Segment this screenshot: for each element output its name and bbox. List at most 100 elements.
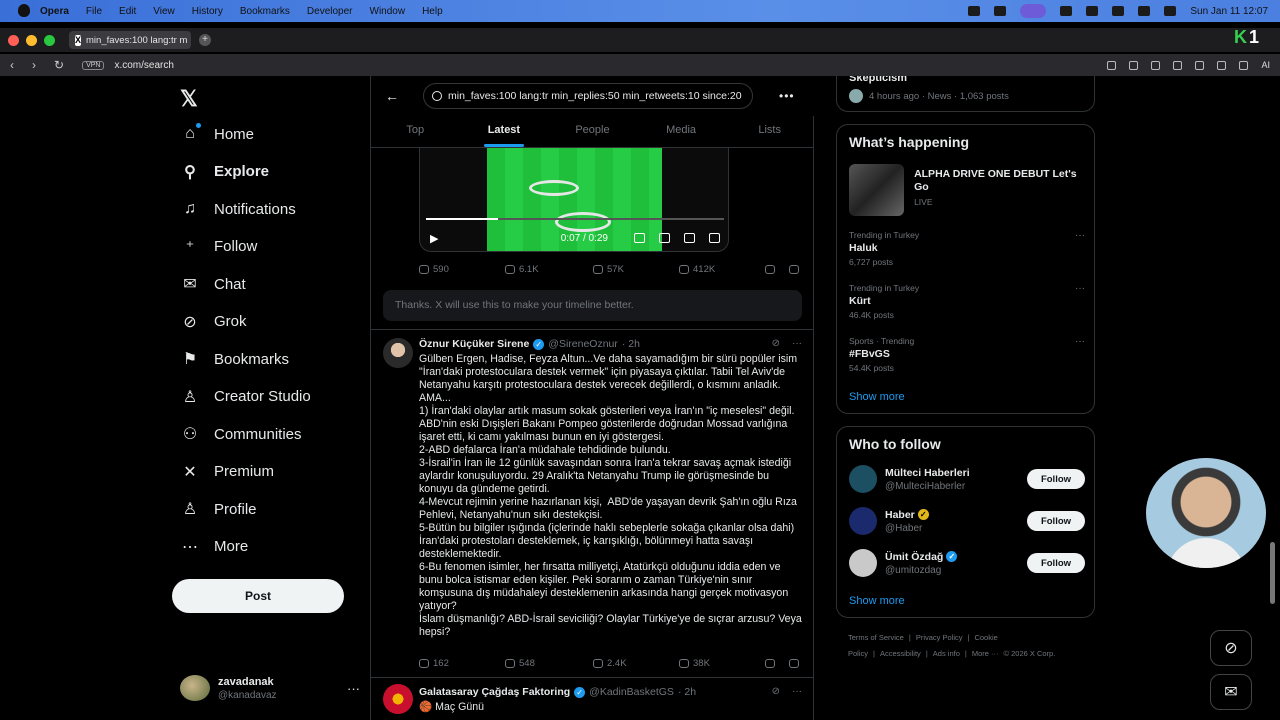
suggestion-name[interactable]: Haber bbox=[885, 509, 915, 521]
play-icon[interactable]: ▶ bbox=[430, 232, 438, 245]
menu-opera[interactable]: Opera bbox=[40, 6, 69, 17]
footer-link[interactable]: Terms of Service bbox=[848, 633, 904, 642]
repost-button[interactable]: 548 bbox=[505, 658, 593, 669]
messages-float-button[interactable]: ✉ bbox=[1210, 674, 1252, 710]
heart-icon[interactable] bbox=[1195, 60, 1205, 70]
camera-icon[interactable] bbox=[1129, 60, 1139, 70]
author-name[interactable]: Galatasaray Çağdaş Faktoring bbox=[419, 686, 570, 698]
play-icon[interactable] bbox=[1112, 6, 1125, 16]
like-button[interactable]: 2.4K bbox=[593, 658, 679, 669]
avatar[interactable] bbox=[849, 549, 877, 577]
post-button[interactable]: Post bbox=[172, 579, 344, 613]
nav-item-follow[interactable]: ⁺ Follow bbox=[180, 237, 258, 257]
footer-link[interactable]: More ··· bbox=[972, 649, 999, 658]
views-button[interactable]: 412K bbox=[679, 264, 765, 275]
footer-link[interactable]: Privacy Policy bbox=[916, 633, 963, 642]
video-progress-bar[interactable] bbox=[426, 218, 724, 220]
more-dots-icon[interactable]: ··· bbox=[792, 686, 802, 697]
tweet-time[interactable]: · 2h bbox=[622, 338, 640, 350]
menu-developer[interactable]: Developer bbox=[307, 6, 353, 17]
browser-tab[interactable]: X min_faves:100 lang:tr m bbox=[69, 31, 191, 49]
send-icon[interactable] bbox=[1173, 60, 1183, 70]
video-player[interactable]: ▶ 0:07 / 0:29 bbox=[419, 148, 729, 252]
reload-icon[interactable]: ↻ bbox=[54, 58, 64, 72]
screen-record-icon[interactable] bbox=[1020, 4, 1047, 18]
avatar[interactable] bbox=[383, 338, 413, 368]
avatar[interactable] bbox=[849, 507, 877, 535]
captions-icon[interactable] bbox=[634, 233, 645, 243]
battery-icon[interactable] bbox=[1086, 6, 1099, 16]
tweet-time[interactable]: · 2h bbox=[678, 686, 696, 698]
reply-button[interactable]: 162 bbox=[419, 658, 505, 669]
trend-item[interactable]: Trending in Turkey Haluk 6,727 posts ··· bbox=[849, 230, 1085, 267]
author-handle[interactable]: @KadinBasketGS bbox=[589, 686, 674, 698]
grok-float-button[interactable]: ⊘ bbox=[1210, 630, 1252, 666]
footer-link[interactable]: © 2026 X Corp. bbox=[1004, 649, 1056, 658]
menu-file[interactable]: File bbox=[86, 6, 102, 17]
forward-icon[interactable]: › bbox=[32, 58, 36, 72]
nav-item-bookmarks[interactable]: ⚑ Bookmarks bbox=[180, 349, 289, 369]
nav-item-more[interactable]: ⋯ More bbox=[180, 537, 248, 557]
grok-icon[interactable]: ⊘ bbox=[772, 338, 780, 349]
share-button[interactable] bbox=[789, 658, 799, 668]
follow-suggestion[interactable]: Haber ✓ @Haber Follow bbox=[849, 507, 1085, 535]
follow-suggestion[interactable]: Ümit Özdağ ✓ @umitozdag Follow bbox=[849, 549, 1085, 577]
avatar[interactable] bbox=[383, 684, 413, 714]
account-switcher[interactable]: zavadanak @kanadavaz ··· bbox=[180, 673, 360, 703]
moon-icon[interactable] bbox=[1138, 6, 1151, 16]
menu-bookmarks[interactable]: Bookmarks bbox=[240, 6, 290, 17]
fullscreen-icon[interactable] bbox=[709, 233, 720, 243]
show-more-link[interactable]: Show more bbox=[849, 595, 905, 607]
apple-icon[interactable] bbox=[18, 4, 30, 17]
ai-button[interactable]: AI bbox=[1261, 60, 1270, 70]
repost-button[interactable]: 6.1K bbox=[505, 264, 593, 275]
follow-suggestion[interactable]: Mülteci Haberleri @MulteciHaberler Follow bbox=[849, 465, 1085, 493]
back-arrow-icon[interactable]: ← bbox=[385, 88, 399, 104]
tab-top[interactable]: Top bbox=[371, 116, 460, 147]
nav-item-creator-studio[interactable]: ♙ Creator Studio bbox=[180, 387, 311, 407]
menu-history[interactable]: History bbox=[192, 6, 223, 17]
reply-button[interactable]: 590 bbox=[419, 264, 505, 275]
follow-button[interactable]: Follow bbox=[1027, 553, 1085, 573]
menu-window[interactable]: Window bbox=[370, 6, 406, 17]
nav-item-premium[interactable]: ✕ Premium bbox=[180, 462, 274, 482]
settings-icon[interactable] bbox=[684, 233, 695, 243]
zoom-window-button[interactable] bbox=[44, 34, 55, 46]
more-dots-icon[interactable]: ··· bbox=[792, 338, 802, 349]
suggestion-name[interactable]: Ümit Özdağ bbox=[885, 551, 943, 563]
menu-help[interactable]: Help bbox=[422, 6, 443, 17]
footer-link[interactable]: Ads info bbox=[933, 649, 960, 658]
trend-item[interactable]: Sports · Trending #FBvGS 54.4K posts ··· bbox=[849, 336, 1085, 373]
author-handle[interactable]: @SireneOznur bbox=[548, 338, 618, 350]
cube-icon[interactable] bbox=[1239, 60, 1249, 70]
more-dots-icon[interactable]: ··· bbox=[1075, 336, 1085, 347]
back-icon[interactable]: ‹ bbox=[10, 58, 14, 72]
control-center-icon[interactable] bbox=[1164, 6, 1177, 16]
x-logo-icon[interactable]: 𝕏 bbox=[180, 86, 198, 112]
nav-item-grok[interactable]: ⊘ Grok bbox=[180, 312, 246, 332]
footer-link[interactable]: Accessibility bbox=[880, 649, 921, 658]
minimize-window-button[interactable] bbox=[26, 34, 37, 46]
more-dots-icon[interactable]: ··· bbox=[1075, 283, 1085, 294]
account-icon[interactable] bbox=[1217, 60, 1227, 70]
more-dots-icon[interactable]: ··· bbox=[347, 681, 360, 696]
bookmark-button[interactable] bbox=[765, 264, 789, 274]
nav-item-communities[interactable]: ⚇ Communities bbox=[180, 424, 302, 444]
show-more-link[interactable]: Show more bbox=[849, 391, 905, 403]
cloud-icon[interactable] bbox=[994, 6, 1007, 16]
share-button[interactable] bbox=[789, 264, 799, 274]
trend-item[interactable]: Trending in Turkey Kürt 46.4K posts ··· bbox=[849, 283, 1085, 320]
vpn-badge[interactable]: VPN bbox=[82, 60, 105, 70]
more-dots-icon[interactable]: ··· bbox=[1075, 230, 1085, 241]
tab-people[interactable]: People bbox=[548, 116, 637, 147]
follow-button[interactable]: Follow bbox=[1027, 469, 1085, 489]
suggestion-name[interactable]: Mülteci Haberleri bbox=[885, 467, 970, 479]
nav-item-chat[interactable]: ✉ Chat bbox=[180, 274, 245, 294]
tab-latest[interactable]: Latest bbox=[460, 116, 549, 147]
shield-icon[interactable] bbox=[1151, 60, 1161, 70]
nav-item-notifications[interactable]: ♫ Notifications bbox=[180, 199, 296, 219]
news-card[interactable]: Skepticism 4 hours ago · News · 1,063 po… bbox=[836, 76, 1095, 112]
nav-item-profile[interactable]: ♙ Profile bbox=[180, 499, 257, 519]
nav-item-home[interactable]: ⌂ Home bbox=[180, 123, 254, 144]
new-tab-button[interactable]: + bbox=[199, 34, 211, 46]
